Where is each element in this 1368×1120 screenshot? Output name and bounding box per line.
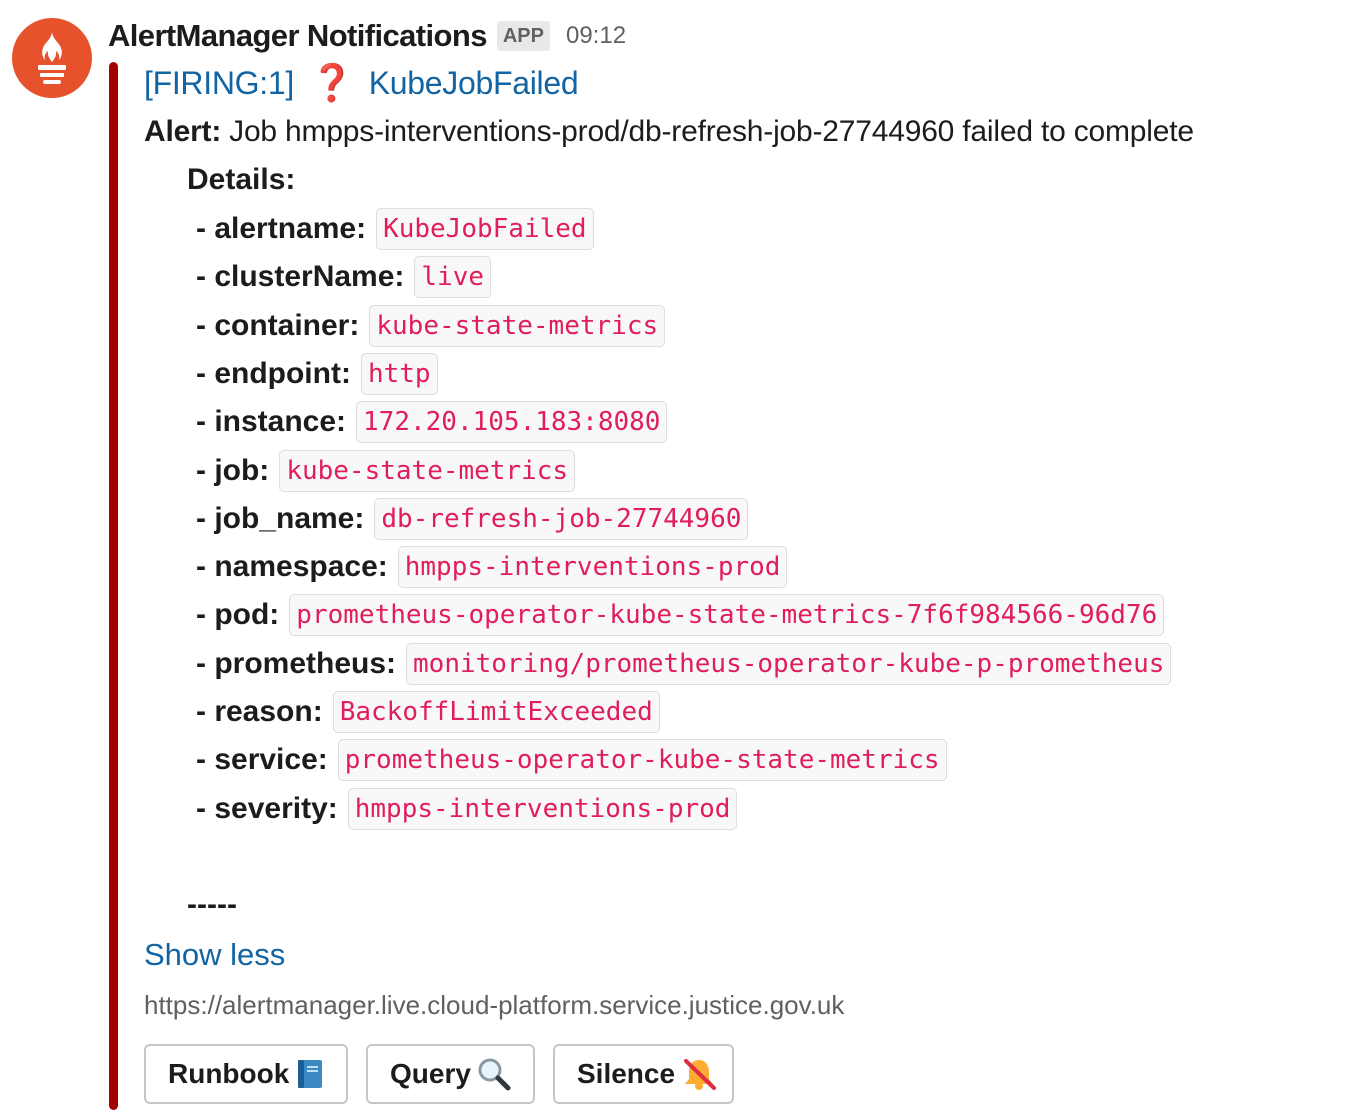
attachment-color-bar — [109, 62, 118, 1110]
query-button-label: Query — [390, 1058, 471, 1089]
app-badge: APP — [496, 21, 550, 51]
runbook-button-label: Runbook — [168, 1058, 290, 1089]
detail-key: - endpoint: — [196, 356, 351, 390]
detail-row: - clusterName: live — [144, 254, 492, 300]
detail-key: - container: — [196, 308, 360, 342]
action-buttons: Runbook Query Silence — [144, 1044, 734, 1104]
detail-value-code: kube-state-metrics — [369, 304, 666, 347]
detail-key: - reason: — [196, 695, 323, 728]
detail-key: - job: — [196, 453, 270, 487]
detail-value-code: monitoring/prometheus-operator-kube-p-pr… — [406, 642, 1172, 685]
detail-key: - clusterName: — [196, 260, 405, 294]
detail-row: - reason: BackoffLimitExceeded — [144, 689, 660, 735]
prometheus-flame-icon — [38, 32, 66, 84]
detail-value-code: kube-state-metrics — [279, 449, 576, 492]
alert-description: Job hmpps-interventions-prod/db-refresh-… — [229, 115, 1194, 148]
detail-value-code: prometheus-operator-kube-state-metrics — [337, 739, 947, 782]
muted-bell-icon — [681, 1057, 717, 1091]
separator-line: ----- — [144, 882, 237, 928]
detail-key: - job_name: — [196, 501, 365, 535]
magnifying-glass-icon — [477, 1057, 511, 1091]
red-question-mark-icon: ❓ — [309, 62, 355, 103]
detail-value-code: prometheus-operator-kube-state-metrics-7… — [289, 594, 1165, 637]
detail-key: - severity: — [196, 791, 338, 825]
alert-summary: Alert: Job hmpps-interventions-prod/db-r… — [144, 109, 1194, 155]
detail-value-code: live — [414, 256, 492, 299]
show-less-row: Show less — [144, 932, 285, 978]
detail-row: - namespace: hmpps-interventions-prod — [144, 544, 788, 590]
detail-value-code: hmpps-interventions-prod — [347, 787, 738, 830]
detail-row: - instance: 172.20.105.183:8080 — [144, 399, 668, 445]
source-url-row: https://alertmanager.live.cloud-platform… — [144, 982, 844, 1028]
query-button[interactable]: Query — [366, 1044, 535, 1104]
alert-title-prefix-link[interactable]: [FIRING:1] — [144, 65, 294, 102]
detail-row: - container: kube-state-metrics — [144, 303, 666, 349]
alert-title-name-link[interactable]: KubeJobFailed — [369, 65, 579, 102]
detail-value-code: hmpps-interventions-prod — [397, 546, 788, 589]
detail-row: - pod: prometheus-operator-kube-state-met… — [144, 592, 1165, 638]
detail-row: - job: kube-state-metrics — [144, 448, 576, 494]
alert-label: Alert: — [144, 115, 222, 148]
detail-key: - prometheus: — [196, 646, 397, 680]
blue-book-icon — [295, 1058, 325, 1090]
detail-row: - endpoint: http — [144, 351, 438, 397]
detail-value-code: http — [360, 352, 438, 395]
show-less-link[interactable]: Show less — [144, 937, 285, 973]
detail-value-code: KubeJobFailed — [376, 208, 594, 250]
alert-title: [FIRING:1] ❓ KubeJobFailed — [144, 60, 579, 106]
source-url: https://alertmanager.live.cloud-platform… — [144, 989, 845, 1020]
separator-text: ----- — [187, 888, 237, 921]
detail-key: - namespace: — [196, 550, 388, 584]
message-header: AlertManager Notifications APP 09:12 — [108, 14, 626, 58]
detail-key: - pod: — [196, 598, 280, 632]
detail-row: - prometheus: monitoring/prometheus-opera… — [144, 641, 1172, 687]
detail-key: - alertname: — [196, 212, 367, 245]
detail-row: - service: prometheus-operator-kube-state… — [144, 737, 947, 783]
detail-value-code: 172.20.105.183:8080 — [356, 401, 668, 444]
detail-value-code: db-refresh-job-27744960 — [374, 497, 749, 540]
silence-button[interactable]: Silence — [553, 1044, 734, 1104]
details-heading: Details: — [144, 157, 295, 203]
runbook-button[interactable]: Runbook — [144, 1044, 348, 1104]
details-label: Details: — [187, 163, 296, 196]
silence-button-label: Silence — [577, 1058, 676, 1089]
detail-key: - instance: — [196, 405, 347, 439]
detail-row: - job_name: db-refresh-job-27744960 — [144, 496, 749, 542]
detail-key: - service: — [196, 743, 328, 777]
sender-name[interactable]: AlertManager Notifications — [108, 18, 487, 54]
detail-row: - severity: hmpps-interventions-prod — [144, 786, 738, 832]
detail-value-code: BackoffLimitExceeded — [332, 691, 660, 733]
detail-row: - alertname: KubeJobFailed — [144, 206, 594, 252]
message-timestamp[interactable]: 09:12 — [566, 22, 626, 50]
avatar[interactable] — [12, 18, 92, 98]
